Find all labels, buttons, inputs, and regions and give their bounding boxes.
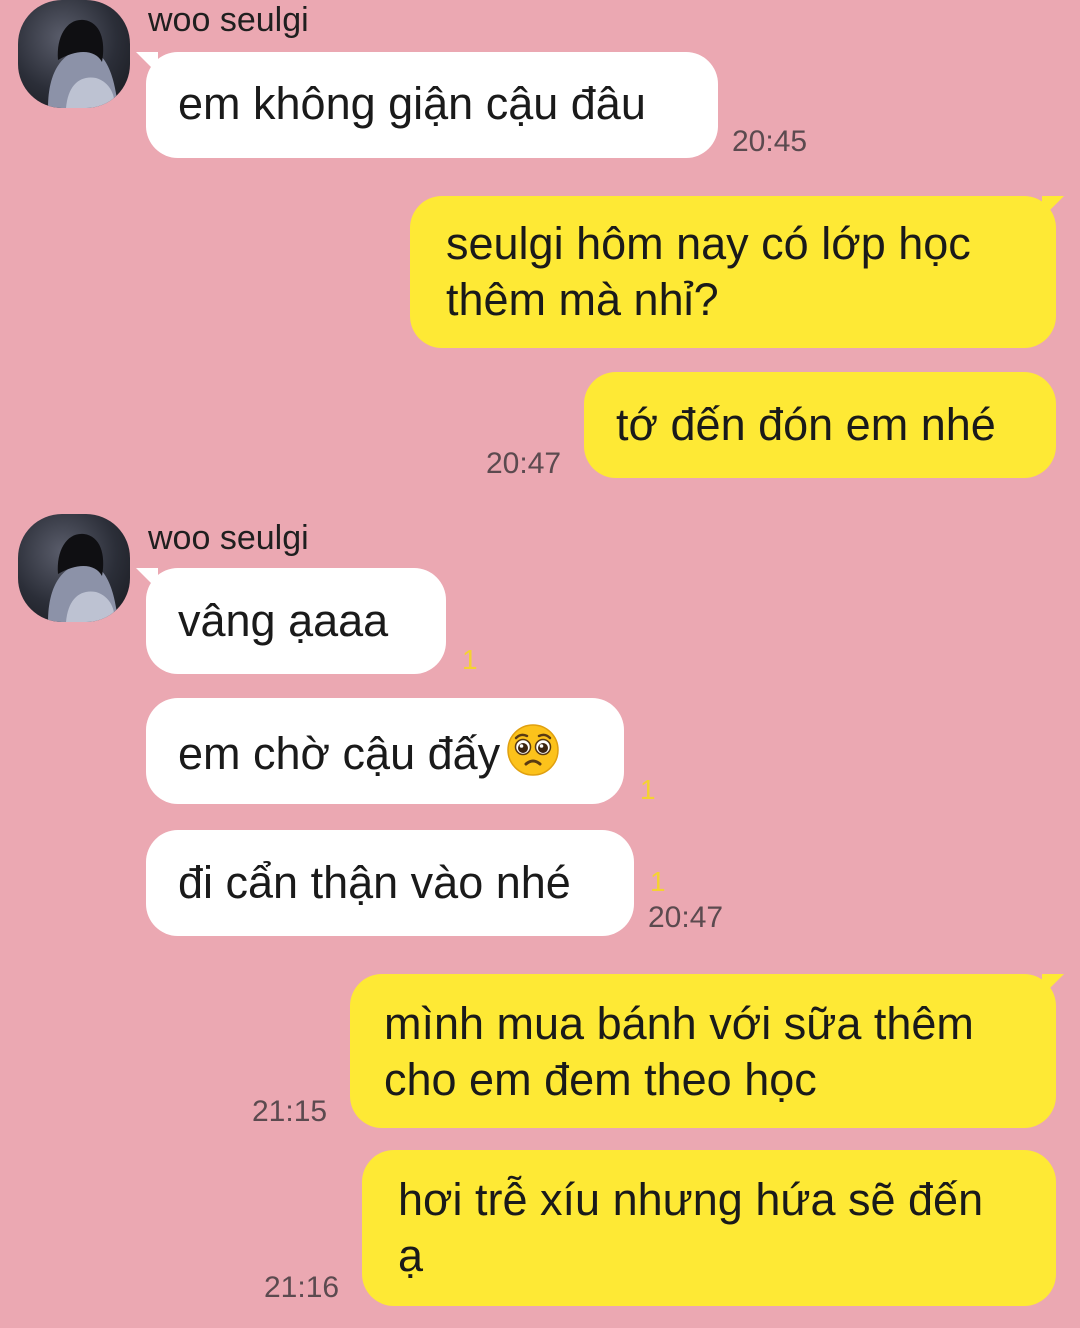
bubble-tail [1042, 196, 1064, 218]
message-time: 20:47 [648, 901, 724, 934]
message-bubble-incoming[interactable]: vâng ạaaa [146, 568, 446, 674]
message-bubble-incoming[interactable]: đi cẩn thận vào nhé [146, 830, 634, 936]
message-text-line: thêm mà nhỉ? [446, 274, 719, 325]
message-text: em chờ cậu đấy [178, 728, 501, 779]
message-bubble-incoming[interactable]: em chờ cậu đấy [146, 698, 624, 804]
pleading-face-icon [507, 724, 559, 776]
message-text-line: hơi trễ xíu nhưng hứa sẽ đến [398, 1174, 984, 1225]
message-text: em không giận cậu đâu [178, 78, 646, 129]
avatar-photo [48, 19, 118, 108]
bubble-tail [1042, 974, 1064, 996]
message-bubble-incoming[interactable]: em không giận cậu đâu [146, 52, 718, 158]
message-bubble-outgoing[interactable]: hơi trễ xíu nhưng hứa sẽ đến ạ [362, 1150, 1056, 1306]
unread-count: 1 [650, 866, 666, 897]
message-time: 20:47 [486, 447, 562, 480]
unread-count: 1 [462, 644, 478, 675]
message-text-line: cho em đem theo học [384, 1054, 817, 1105]
message-bubble-outgoing[interactable]: seulgi hôm nay có lớp học thêm mà nhỉ? [410, 196, 1056, 348]
message-bubble-outgoing[interactable]: mình mua bánh với sữa thêm cho em đem th… [350, 974, 1056, 1128]
message-text: vâng ạaaa [178, 595, 389, 646]
message-time: 21:16 [264, 1271, 340, 1304]
message-text: đi cẩn thận vào nhé [178, 857, 571, 908]
sender-name: woo seulgi [148, 1, 309, 39]
message-text: tớ đến đón em nhé [616, 399, 996, 450]
avatar[interactable] [18, 0, 130, 108]
message-time: 20:45 [732, 125, 808, 158]
avatar[interactable] [18, 514, 130, 622]
sender-name: woo seulgi [148, 519, 309, 557]
message-text-line: seulgi hôm nay có lớp học [446, 218, 971, 269]
message-text-line: ạ [398, 1230, 424, 1281]
avatar-photo [48, 533, 118, 622]
message-bubble-outgoing[interactable]: tớ đến đón em nhé [584, 372, 1056, 478]
message-text-line: mình mua bánh với sữa thêm [384, 998, 974, 1049]
message-time: 21:15 [252, 1095, 328, 1128]
unread-count: 1 [640, 774, 656, 805]
